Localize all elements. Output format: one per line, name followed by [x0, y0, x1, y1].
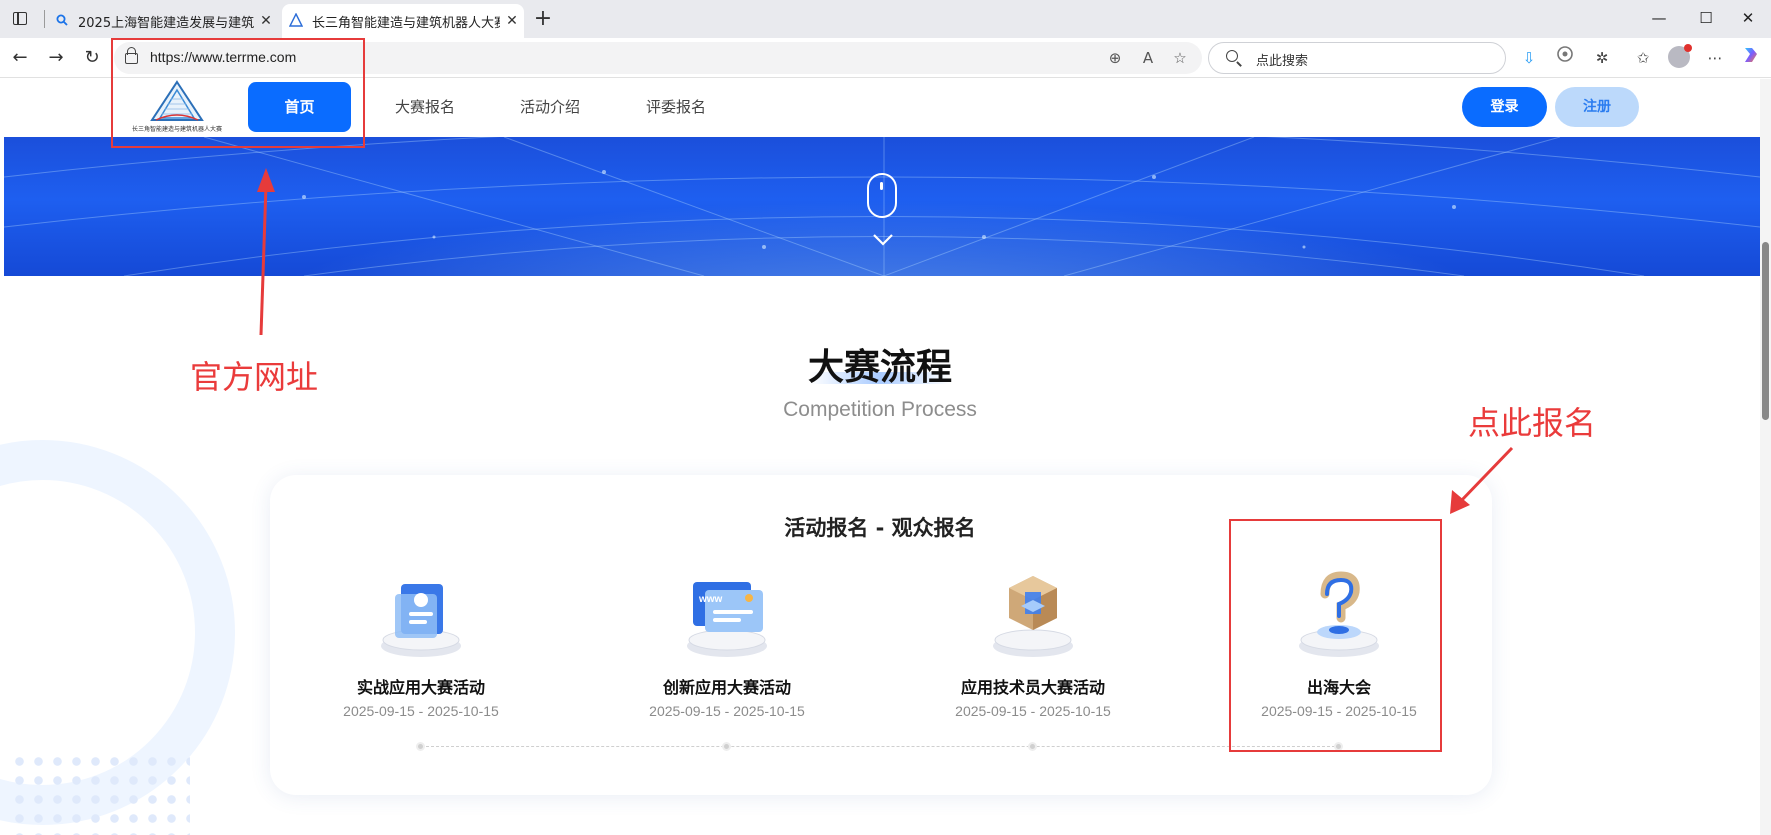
scrollbar-thumb[interactable] [1762, 242, 1769, 420]
page-scrollbar[interactable] [1760, 79, 1771, 835]
annotation-official-url: 官方网址 [190, 358, 319, 396]
annotation-register-here: 点此报名 [1468, 404, 1597, 442]
